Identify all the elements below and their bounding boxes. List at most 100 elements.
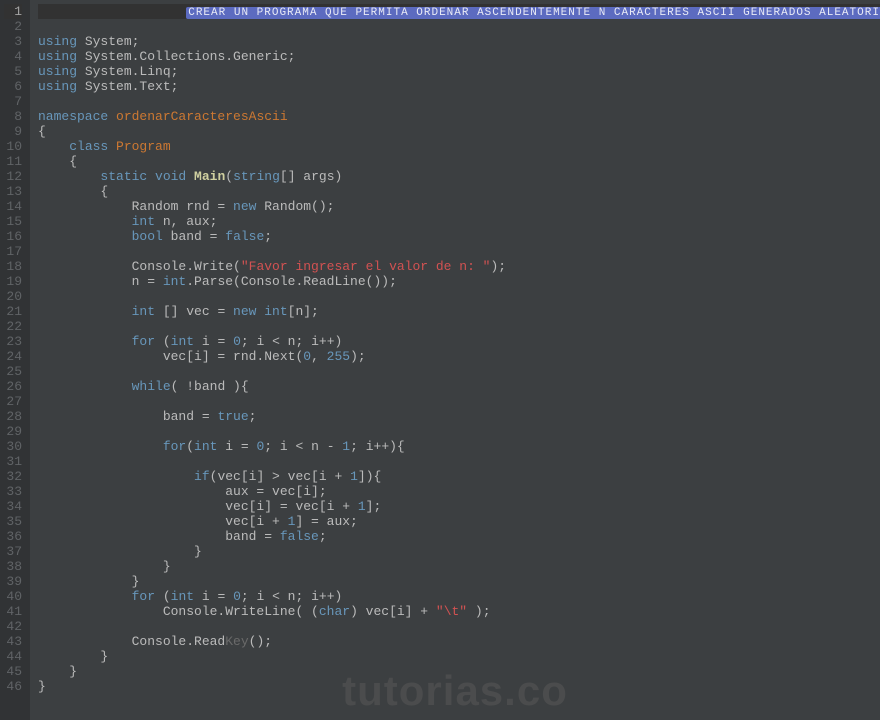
- line-number: 11: [4, 154, 22, 169]
- code-line[interactable]: [38, 244, 880, 259]
- code-line[interactable]: }: [38, 679, 880, 694]
- token: [] args): [280, 169, 342, 184]
- token: (vec[i] > vec[i +: [210, 469, 350, 484]
- code-line[interactable]: {: [38, 184, 880, 199]
- code-line[interactable]: using System.Text;: [38, 79, 880, 94]
- line-number: 12: [4, 169, 22, 184]
- line-number: 8: [4, 109, 22, 124]
- line-number: 39: [4, 574, 22, 589]
- token: for: [132, 589, 155, 604]
- code-line[interactable]: int [] vec = new int[n];: [38, 304, 880, 319]
- token: "Favor ingresar el valor de n: ": [241, 259, 491, 274]
- token: [38, 139, 69, 154]
- code-line[interactable]: [38, 454, 880, 469]
- code-line[interactable]: [38, 364, 880, 379]
- code-line[interactable]: while( !band ){: [38, 379, 880, 394]
- code-line[interactable]: static void Main(string[] args): [38, 169, 880, 184]
- line-number: 28: [4, 409, 22, 424]
- code-line[interactable]: aux = vec[i];: [38, 484, 880, 499]
- token: for: [163, 439, 186, 454]
- token: [38, 469, 194, 484]
- code-line[interactable]: [38, 394, 880, 409]
- line-number: 9: [4, 124, 22, 139]
- token: (: [155, 334, 171, 349]
- line-number: 17: [4, 244, 22, 259]
- line-number: 30: [4, 439, 22, 454]
- code-line[interactable]: Console.ReadKey();: [38, 634, 880, 649]
- code-line[interactable]: vec[i] = vec[i + 1];: [38, 499, 880, 514]
- code-line[interactable]: Console.Write("Favor ingresar el valor d…: [38, 259, 880, 274]
- token: vec[i] = rnd.Next(: [38, 349, 303, 364]
- token: [38, 304, 132, 319]
- token: ]){: [358, 469, 381, 484]
- code-line[interactable]: }: [38, 649, 880, 664]
- code-line[interactable]: Console.WriteLine( (char) vec[i] + "\t" …: [38, 604, 880, 619]
- code-line[interactable]: using System;: [38, 34, 880, 49]
- line-number: 32: [4, 469, 22, 484]
- code-line[interactable]: [38, 424, 880, 439]
- token: ;: [249, 409, 257, 424]
- token: Console.Read: [38, 634, 225, 649]
- token: ordenarCaracteresAscii: [116, 109, 288, 124]
- line-number: 43: [4, 634, 22, 649]
- code-line[interactable]: using System.Linq;: [38, 64, 880, 79]
- code-line[interactable]: }: [38, 559, 880, 574]
- code-line[interactable]: using System.Collections.Generic;: [38, 49, 880, 64]
- code-line[interactable]: if(vec[i] > vec[i + 1]){: [38, 469, 880, 484]
- token: ;: [319, 529, 327, 544]
- code-line[interactable]: int n, aux;: [38, 214, 880, 229]
- token: (: [155, 589, 171, 604]
- token: [38, 214, 132, 229]
- code-line[interactable]: [38, 94, 880, 109]
- token: 0: [303, 349, 311, 364]
- code-line[interactable]: for (int i = 0; i < n; i++): [38, 334, 880, 349]
- token: (: [225, 169, 233, 184]
- token: static void: [100, 169, 194, 184]
- code-line[interactable]: for (int i = 0; i < n; i++): [38, 589, 880, 604]
- line-number: 40: [4, 589, 22, 604]
- code-line[interactable]: Random rnd = new Random();: [38, 199, 880, 214]
- token: [38, 589, 132, 604]
- token: int: [132, 214, 155, 229]
- code-line[interactable]: band = true;: [38, 409, 880, 424]
- code-line[interactable]: CREAR UN PROGRAMA QUE PERMITA ORDENAR AS…: [38, 4, 880, 19]
- code-line[interactable]: [38, 319, 880, 334]
- token: (: [186, 439, 194, 454]
- token: {: [38, 184, 108, 199]
- code-line[interactable]: namespace ordenarCaracteresAscii: [38, 109, 880, 124]
- code-line[interactable]: }: [38, 574, 880, 589]
- code-line[interactable]: {: [38, 154, 880, 169]
- code-line[interactable]: class Program: [38, 139, 880, 154]
- code-line[interactable]: band = false;: [38, 529, 880, 544]
- line-number: 34: [4, 499, 22, 514]
- code-editor: 1234567891011121314151617181920212223242…: [0, 0, 880, 720]
- token: }: [38, 544, 202, 559]
- code-line[interactable]: vec[i + 1] = aux;: [38, 514, 880, 529]
- token: bool: [132, 229, 163, 244]
- code-area[interactable]: tutorias.co CREAR UN PROGRAMA QUE PERMIT…: [30, 0, 880, 720]
- code-line[interactable]: [38, 619, 880, 634]
- token: ) vec[i] +: [350, 604, 436, 619]
- line-number: 41: [4, 604, 22, 619]
- code-line[interactable]: }: [38, 544, 880, 559]
- code-line[interactable]: n = int.Parse(Console.ReadLine());: [38, 274, 880, 289]
- code-line[interactable]: }: [38, 664, 880, 679]
- token: false: [280, 529, 319, 544]
- line-number: 22: [4, 319, 22, 334]
- code-line[interactable]: [38, 19, 880, 34]
- code-line[interactable]: bool band = false;: [38, 229, 880, 244]
- token: }: [38, 649, 108, 664]
- token: System.Collections.Generic;: [77, 49, 295, 64]
- token: }: [38, 574, 139, 589]
- token: [38, 379, 132, 394]
- token: ;: [264, 229, 272, 244]
- code-line[interactable]: for(int i = 0; i < n - 1; i++){: [38, 439, 880, 454]
- code-line[interactable]: [38, 289, 880, 304]
- code-line[interactable]: vec[i] = rnd.Next(0, 255);: [38, 349, 880, 364]
- token: int: [171, 589, 194, 604]
- token: new int: [233, 304, 288, 319]
- token: );: [350, 349, 366, 364]
- line-number: 10: [4, 139, 22, 154]
- line-number: 13: [4, 184, 22, 199]
- code-line[interactable]: {: [38, 124, 880, 139]
